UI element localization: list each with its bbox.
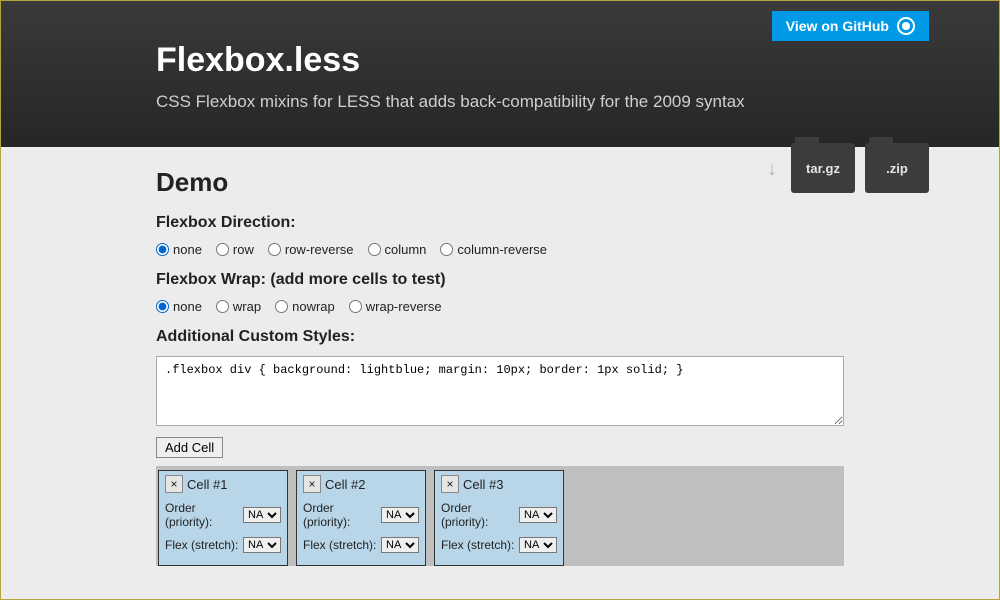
cell: × Cell #3 Order (priority): NA Flex (str… xyxy=(434,470,564,566)
radio-wrap-none[interactable]: none xyxy=(156,299,202,314)
cell-remove-button[interactable]: × xyxy=(165,475,183,493)
download-zip[interactable]: .zip xyxy=(865,143,929,193)
order-select[interactable]: NA xyxy=(243,507,281,523)
header-inner: Flexbox.less CSS Flexbox mixins for LESS… xyxy=(156,41,856,112)
cell-order-row: Order (priority): NA xyxy=(165,501,281,529)
radio-input[interactable] xyxy=(216,243,229,256)
radio-wrap-wrap[interactable]: wrap xyxy=(216,299,261,314)
download-targz[interactable]: tar.gz xyxy=(791,143,855,193)
cell-title: Cell #3 xyxy=(463,477,503,492)
radio-wrap-nowrap[interactable]: nowrap xyxy=(275,299,335,314)
order-label: Order (priority): xyxy=(165,501,243,529)
order-label: Order (priority): xyxy=(303,501,381,529)
radio-input[interactable] xyxy=(268,243,281,256)
cell-title: Cell #2 xyxy=(325,477,365,492)
wrap-label: Flexbox Wrap: (add more cells to test) xyxy=(156,271,844,289)
demo-heading: Demo xyxy=(156,167,844,198)
folder-label: .zip xyxy=(865,143,929,193)
radio-input[interactable] xyxy=(156,243,169,256)
radio-input[interactable] xyxy=(156,300,169,313)
radio-input[interactable] xyxy=(275,300,288,313)
add-cell-button[interactable]: Add Cell xyxy=(156,437,223,458)
styles-label: Additional Custom Styles: xyxy=(156,328,844,346)
radio-input[interactable] xyxy=(216,300,229,313)
github-button[interactable]: View on GitHub xyxy=(772,11,929,41)
wrap-radios: none wrap nowrap wrap-reverse xyxy=(156,299,844,314)
flex-label: Flex (stretch): xyxy=(303,538,376,552)
folder-label: tar.gz xyxy=(791,143,855,193)
cell: × Cell #1 Order (priority): NA Flex (str… xyxy=(158,470,288,566)
cell-title: Cell #1 xyxy=(187,477,227,492)
download-arrow-icon: ↓ xyxy=(767,158,777,181)
cell-header: × Cell #2 xyxy=(303,475,419,493)
order-label: Order (priority): xyxy=(441,501,519,529)
cell-remove-button[interactable]: × xyxy=(441,475,459,493)
cell-header: × Cell #1 xyxy=(165,475,281,493)
order-select[interactable]: NA xyxy=(381,507,419,523)
content: Demo Flexbox Direction: none row row-rev… xyxy=(1,147,999,566)
radio-direction-none[interactable]: none xyxy=(156,242,202,257)
radio-direction-column[interactable]: column xyxy=(368,242,427,257)
cell-remove-button[interactable]: × xyxy=(303,475,321,493)
cell-flex-row: Flex (stretch): NA xyxy=(303,537,419,553)
cell-order-row: Order (priority): NA xyxy=(303,501,419,529)
cell: × Cell #2 Order (priority): NA Flex (str… xyxy=(296,470,426,566)
cell-header: × Cell #3 xyxy=(441,475,557,493)
cell-flex-row: Flex (stretch): NA xyxy=(165,537,281,553)
downloads: ↓ tar.gz .zip xyxy=(767,143,929,193)
flex-label: Flex (stretch): xyxy=(441,538,514,552)
flex-select[interactable]: NA xyxy=(381,537,419,553)
radio-input[interactable] xyxy=(349,300,362,313)
page-title: Flexbox.less xyxy=(156,41,856,80)
page: View on GitHub Flexbox.less CSS Flexbox … xyxy=(0,0,1000,600)
direction-label: Flexbox Direction: xyxy=(156,214,844,232)
flex-select[interactable]: NA xyxy=(519,537,557,553)
radio-wrap-wrap-reverse[interactable]: wrap-reverse xyxy=(349,299,442,314)
header: View on GitHub Flexbox.less CSS Flexbox … xyxy=(1,1,999,147)
custom-styles-input[interactable] xyxy=(156,356,844,426)
direction-radios: none row row-reverse column column-rever… xyxy=(156,242,844,257)
page-subtitle: CSS Flexbox mixins for LESS that adds ba… xyxy=(156,92,856,112)
flex-label: Flex (stretch): xyxy=(165,538,238,552)
cell-order-row: Order (priority): NA xyxy=(441,501,557,529)
flex-select[interactable]: NA xyxy=(243,537,281,553)
radio-direction-row[interactable]: row xyxy=(216,242,254,257)
radio-input[interactable] xyxy=(440,243,453,256)
radio-input[interactable] xyxy=(368,243,381,256)
github-label: View on GitHub xyxy=(786,18,889,34)
cell-flex-row: Flex (stretch): NA xyxy=(441,537,557,553)
radio-direction-row-reverse[interactable]: row-reverse xyxy=(268,242,354,257)
order-select[interactable]: NA xyxy=(519,507,557,523)
radio-direction-column-reverse[interactable]: column-reverse xyxy=(440,242,547,257)
flexbox-demo: × Cell #1 Order (priority): NA Flex (str… xyxy=(156,466,844,566)
github-icon xyxy=(897,17,915,35)
